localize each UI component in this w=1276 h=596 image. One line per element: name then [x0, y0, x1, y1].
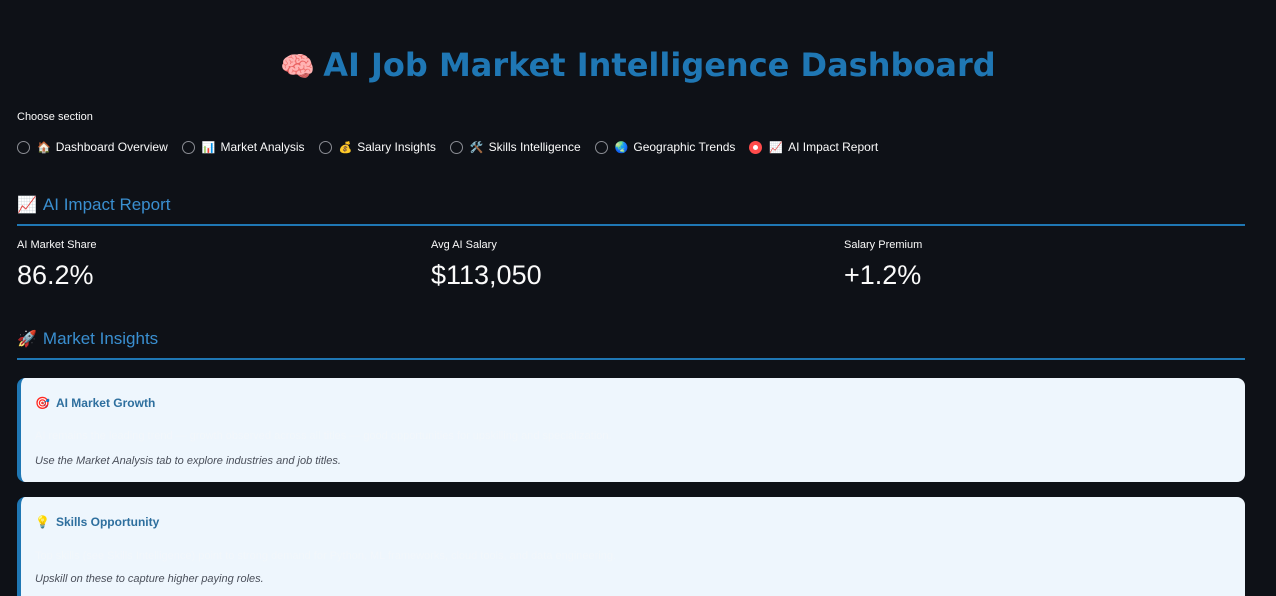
- radio-label: Dashboard Overview: [55, 140, 168, 154]
- radio-skills-intelligence[interactable]: 🛠️ Skills Intelligence: [449, 140, 581, 154]
- tools-icon: 🛠️: [469, 141, 484, 154]
- radio-button[interactable]: [594, 140, 608, 154]
- radio-button[interactable]: [318, 140, 332, 154]
- card-body: Top skills (see Skills Intelligence) poi…: [35, 550, 617, 562]
- card-title-text: AI Market Growth: [55, 396, 156, 410]
- metric-value: +1.2%: [844, 260, 922, 290]
- metric-value: 86.2%: [17, 260, 94, 290]
- section-radio-group: 🏠 Dashboard Overview 📊 Market Analysis 💰…: [17, 139, 892, 155]
- metric-salary-premium: Salary Premium +1.2%: [844, 239, 922, 291]
- bar-chart-icon: 📊: [201, 141, 216, 154]
- house-icon: 🏠: [37, 141, 51, 154]
- radio-button[interactable]: [17, 140, 30, 154]
- card-title: 💡 Skills Opportunity: [35, 515, 159, 529]
- radio-button-selected[interactable]: [749, 140, 763, 154]
- metric-label: Salary Premium: [844, 239, 923, 251]
- radio-button[interactable]: [449, 140, 463, 154]
- dashboard-page: 🧠 AI Job Market Intelligence Dashboard Ch…: [0, 0, 1276, 596]
- target-icon: 🎯: [35, 396, 50, 410]
- trend-chart-icon: 📈: [769, 141, 784, 154]
- brain-icon: 🧠: [280, 50, 316, 83]
- globe-icon: 🌏: [614, 141, 629, 154]
- radio-label: Skills Intelligence: [488, 140, 581, 154]
- lightbulb-icon: 💡: [35, 515, 50, 529]
- metric-label: AI Market Share: [17, 239, 97, 251]
- radio-label: Salary Insights: [357, 140, 436, 154]
- metric-avg-ai-salary: Avg AI Salary $113,050: [431, 239, 542, 291]
- metric-value: $113,050: [431, 260, 542, 290]
- card-body: AI remains the leading trend — growth ob…: [35, 430, 612, 442]
- page-title: 🧠 AI Job Market Intelligence Dashboard: [0, 46, 1276, 84]
- section-header-text: AI Impact Report: [42, 195, 171, 214]
- rocket-icon: 🚀: [17, 331, 37, 348]
- radio-salary-insights[interactable]: 💰 Salary Insights: [318, 140, 436, 154]
- metric-ai-market-share: AI Market Share 86.2%: [17, 239, 96, 291]
- radio-geographic-trends[interactable]: 🌏 Geographic Trends: [594, 140, 736, 154]
- ai-impact-report-header: 📈 AI Impact Report: [17, 195, 1245, 226]
- radio-dashboard-overview[interactable]: 🏠 Dashboard Overview: [17, 140, 168, 154]
- section-header-text: Market Insights: [42, 329, 159, 348]
- insight-card-ai-market-growth: 🎯 AI Market Growth AI remains the leading…: [17, 378, 1245, 482]
- card-title: 🎯 AI Market Growth: [35, 396, 155, 410]
- money-bag-icon: 💰: [338, 141, 353, 154]
- metric-label: Avg AI Salary: [431, 239, 497, 251]
- radio-label: Geographic Trends: [633, 140, 736, 154]
- radio-button[interactable]: [181, 140, 195, 154]
- card-title-text: Skills Opportunity: [55, 515, 160, 529]
- trend-chart-icon: 📈: [17, 197, 37, 214]
- card-note: Use the Market Analysis tab to explore i…: [35, 455, 341, 467]
- radio-label: AI Impact Report: [788, 140, 879, 154]
- page-title-text: AI Job Market Intelligence Dashboard: [323, 46, 996, 84]
- section-chooser-label: Choose section: [17, 111, 93, 123]
- radio-market-analysis[interactable]: 📊 Market Analysis: [181, 140, 305, 154]
- radio-label: Market Analysis: [220, 140, 305, 154]
- card-note: Upskill on these to capture higher payin…: [35, 573, 264, 585]
- radio-ai-impact-report[interactable]: 📈 AI Impact Report: [749, 140, 878, 154]
- insight-card-skills-opportunity: 💡 Skills Opportunity Top skills (see Skil…: [17, 497, 1245, 596]
- market-insights-header: 🚀 Market Insights: [17, 329, 1245, 360]
